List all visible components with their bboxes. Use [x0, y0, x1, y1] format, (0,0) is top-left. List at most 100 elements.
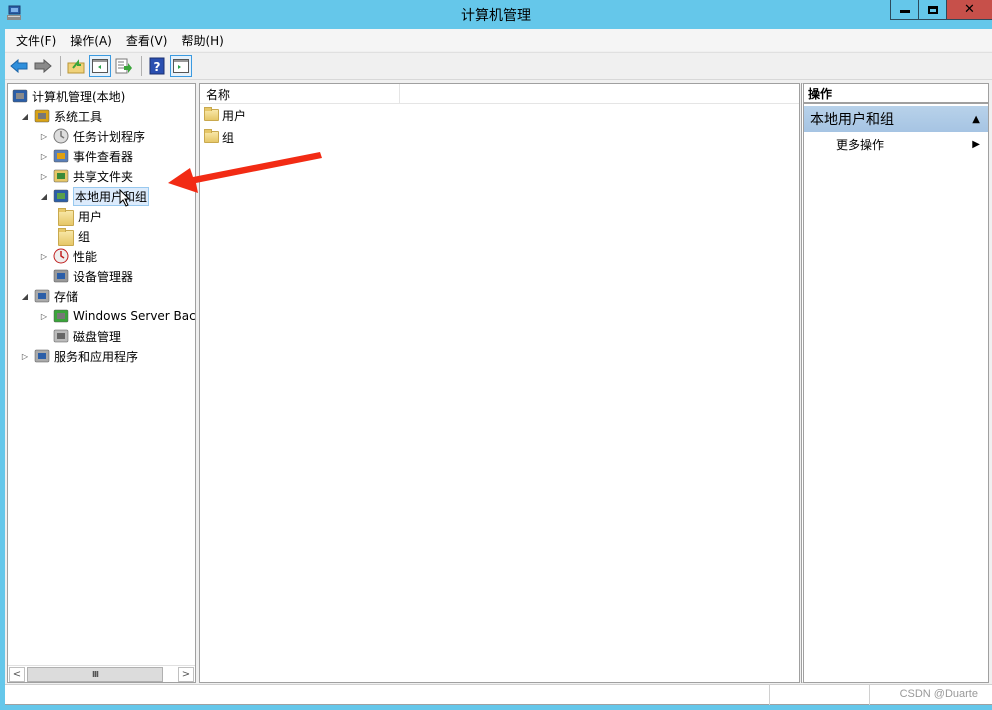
help-icon: ?	[149, 57, 165, 75]
export-list-icon	[115, 58, 132, 74]
up-one-level-button[interactable]	[65, 55, 87, 77]
backup-icon	[53, 309, 69, 323]
tree-item[interactable]: 用户	[58, 206, 102, 226]
folder-icon	[58, 207, 74, 226]
toolbar-separator	[141, 56, 142, 76]
folder-icon	[204, 129, 219, 143]
tree-item[interactable]: ▷ 共享文件夹	[39, 166, 133, 186]
tree-item[interactable]: ▷ Windows Server Back	[39, 306, 196, 326]
forward-button[interactable]	[32, 55, 54, 77]
scroll-right-button[interactable]: >	[178, 667, 194, 682]
show-hide-console-tree-button[interactable]	[89, 55, 111, 77]
actions-group-local-users-groups[interactable]: 本地用户和组 ▲	[804, 106, 988, 132]
toolbar: ?	[5, 52, 992, 80]
export-list-button[interactable]	[113, 55, 135, 77]
actions-header: 操作	[804, 84, 988, 104]
minimize-icon	[899, 10, 910, 13]
tree-item-label: 事件查看器	[73, 149, 134, 164]
storage-icon	[34, 289, 50, 303]
svg-text:?: ?	[154, 60, 161, 74]
window-controls: ✕	[890, 0, 992, 20]
expand-arrow-icon[interactable]: ▷	[39, 252, 49, 261]
tree-item-label: 计算机管理(本地)	[32, 89, 126, 104]
tree-item[interactable]: ◢ 存储	[20, 286, 78, 306]
maximize-icon	[927, 5, 938, 14]
collapse-arrow-icon[interactable]: ◢	[20, 292, 30, 301]
help-button[interactable]: ?	[146, 55, 168, 77]
menu-view[interactable]: 查看(V)	[120, 32, 174, 49]
status-bar: CSDN @Duarte	[5, 684, 992, 705]
tree-item[interactable]: 磁盘管理	[39, 326, 121, 346]
list-item[interactable]: 组	[204, 127, 234, 147]
show-hide-action-pane-button[interactable]	[170, 55, 192, 77]
submenu-arrow-icon: ▶	[972, 138, 980, 150]
status-segment	[769, 685, 869, 705]
clock-icon	[53, 128, 69, 144]
scroll-thumb[interactable]: III	[27, 667, 163, 682]
shared-folder-icon	[53, 169, 69, 183]
watermark: CSDN @Duarte	[899, 688, 978, 700]
tree-item-label: 系统工具	[54, 109, 103, 124]
menu-file[interactable]: 文件(F)	[10, 32, 62, 49]
event-viewer-icon	[53, 149, 69, 163]
tree-item[interactable]: 组	[58, 226, 90, 246]
tree-item[interactable]: ▷ 性能	[39, 246, 97, 266]
list-item[interactable]: 用户	[204, 105, 246, 125]
tree-item-label: 性能	[73, 249, 98, 264]
close-button[interactable]: ✕	[946, 0, 992, 20]
title-bar: 计算机管理 ✕	[0, 0, 992, 28]
tree-item-label: 共享文件夹	[73, 169, 134, 184]
tree-item[interactable]: ▷ 任务计划程序	[39, 126, 145, 146]
menu-help[interactable]: 帮助(H)	[175, 32, 229, 49]
toolbar-separator	[60, 56, 61, 76]
expand-arrow-icon[interactable]: ▷	[39, 172, 49, 181]
tree-item[interactable]: 计算机管理(本地)	[12, 86, 125, 106]
list-item-label: 用户	[222, 108, 247, 123]
collapse-arrow-icon[interactable]: ◢	[20, 112, 30, 121]
expand-arrow-icon[interactable]: ▷	[39, 132, 49, 141]
window-title: 计算机管理	[461, 8, 531, 24]
back-button[interactable]	[8, 55, 30, 77]
tree-item-label: 服务和应用程序	[54, 349, 139, 364]
actions-group-title: 本地用户和组	[810, 112, 894, 128]
column-header-name[interactable]: 名称	[200, 84, 400, 104]
maximize-button[interactable]	[918, 0, 946, 20]
computer-management-icon	[12, 89, 28, 103]
action-label: 更多操作	[836, 137, 885, 152]
collapse-icon[interactable]: ▲	[972, 114, 980, 125]
disk-icon	[53, 329, 69, 343]
tree-item-label: 存储	[54, 289, 79, 304]
tree-item[interactable]: ◢ 系统工具	[20, 106, 102, 126]
window-client: 文件(F) 操作(A) 查看(V) 帮助(H) ? 计算机管理(本地) ◢ 系统…	[5, 29, 992, 705]
tools-icon	[34, 109, 50, 123]
tree-item[interactable]: ▷ 服务和应用程序	[20, 346, 138, 366]
folder-icon	[204, 107, 219, 121]
tree-item-label: 设备管理器	[73, 269, 134, 284]
expand-arrow-icon[interactable]: ▷	[20, 352, 30, 361]
arrow-shape	[168, 152, 322, 193]
action-more-actions[interactable]: 更多操作 ▶	[804, 134, 988, 154]
close-icon: ✕	[964, 2, 975, 17]
tree-item-label: 任务计划程序	[73, 129, 146, 144]
forward-icon	[34, 59, 52, 73]
back-icon	[10, 59, 28, 73]
tree-item-label: 磁盘管理	[73, 329, 122, 344]
show-hide-action-pane-icon	[173, 59, 189, 73]
collapse-arrow-icon[interactable]: ◢	[39, 192, 49, 201]
scroll-left-button[interactable]: <	[9, 667, 25, 682]
menu-action[interactable]: 操作(A)	[64, 32, 118, 49]
tree-item-label: 本地用户和组	[73, 186, 150, 206]
performance-icon	[53, 248, 69, 264]
tree-item[interactable]: ◢ 本地用户和组	[39, 186, 150, 206]
tree-item[interactable]: ▷ 事件查看器	[39, 146, 133, 166]
users-group-icon	[53, 189, 69, 203]
expand-arrow-icon[interactable]: ▷	[39, 152, 49, 161]
tree-horizontal-scrollbar[interactable]: < III >	[8, 665, 195, 682]
tree-item-label: Windows Server Back	[73, 309, 196, 323]
tree-item[interactable]: 设备管理器	[39, 266, 133, 286]
menu-bar: 文件(F) 操作(A) 查看(V) 帮助(H)	[5, 29, 992, 51]
up-folder-icon	[67, 59, 85, 74]
minimize-button[interactable]	[890, 0, 918, 20]
expand-arrow-icon[interactable]: ▷	[39, 312, 49, 321]
services-icon	[34, 349, 50, 363]
